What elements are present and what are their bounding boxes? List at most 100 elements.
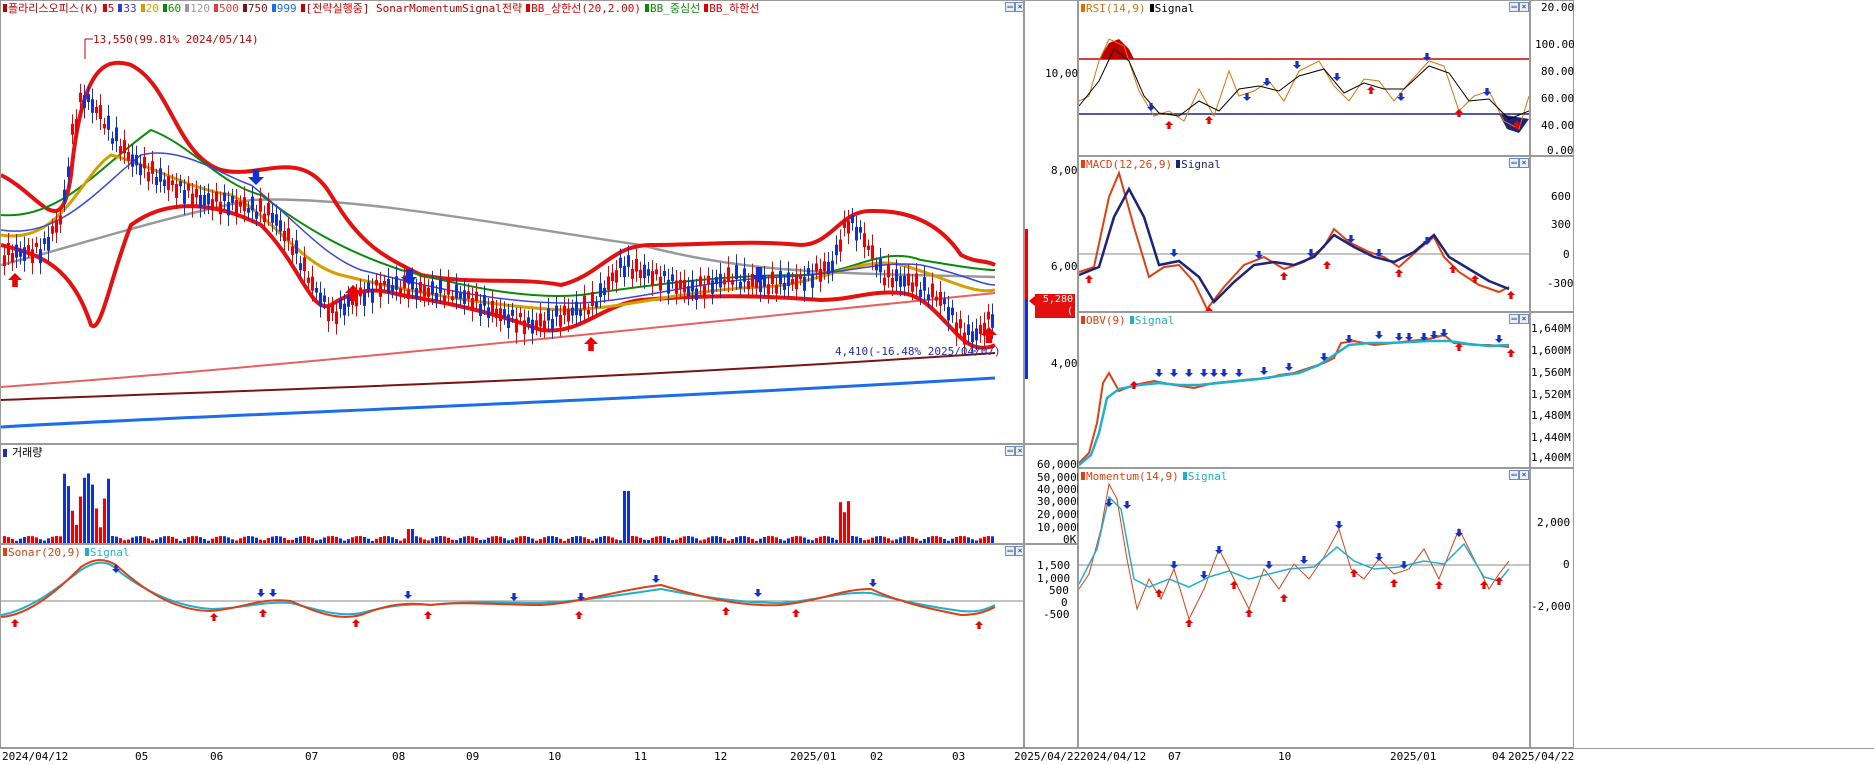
buy-arrow-icon (1367, 86, 1375, 94)
volume-bar (503, 538, 506, 543)
price-chart-pane[interactable]: 플라리스오피스(K) 5 33 20 60 120 500 750 999 [전략실행중] Son… (0, 0, 1024, 444)
candle-body (443, 295, 446, 302)
candle-body (795, 275, 798, 290)
candle-body (507, 314, 510, 329)
volume-bar (391, 537, 394, 543)
volume-bar (83, 477, 86, 543)
volume-bar (379, 537, 382, 543)
momentum-pane[interactable]: Momentum(14,9) Signal ▭ × (1078, 468, 1530, 748)
candle-body (247, 207, 250, 213)
candle-body (787, 272, 790, 287)
volume-bar (31, 536, 34, 543)
momentum-svg (1079, 482, 1529, 627)
volume-bar (423, 539, 426, 543)
candle-body (807, 268, 810, 275)
volume-bar (343, 540, 346, 543)
candle-body (163, 179, 166, 187)
candle-body (423, 284, 426, 297)
obv-pane[interactable]: OBV(9) Signal ▭ × (1078, 312, 1530, 468)
volume-bar (679, 537, 682, 543)
candle-body (87, 94, 90, 103)
sell-arrow-icon (1423, 53, 1431, 61)
rsi-y-label: 100.00 (1535, 38, 1575, 51)
legend-item: 750 (242, 2, 268, 15)
candle-body (923, 277, 926, 291)
volume-bar (783, 540, 786, 543)
volume-bar (931, 536, 934, 543)
time-axis-label: 07 (1168, 750, 1182, 763)
candle-body (7, 243, 10, 256)
candle-body (583, 295, 586, 310)
candle-body (783, 282, 786, 290)
volume-bar (903, 536, 906, 543)
rsi-pane[interactable]: RSI(14,9) Signal ▭ × (1078, 0, 1530, 156)
obv-y-label: 1,560M (1531, 366, 1571, 379)
candle-body (303, 257, 306, 272)
candle-body (903, 275, 906, 287)
macd-y-label: -300 (1547, 277, 1574, 290)
legend-item: 500 (213, 2, 239, 15)
volume-bar (247, 536, 250, 543)
buy-arrow-icon (8, 273, 22, 287)
candle-body (879, 258, 882, 273)
volume-bar (467, 536, 470, 543)
volume-bar (131, 537, 134, 543)
candle-body (459, 292, 462, 299)
candle-body (51, 226, 54, 234)
sonar-y-axis: 1,500 1,000 500 0 -500 (1024, 544, 1078, 748)
candle-body (59, 215, 62, 225)
volume-bar (871, 537, 874, 543)
volume-bars-svg (3, 473, 994, 543)
legend-label: [전략실행중] SonarMomentumSignal전략 (305, 2, 523, 15)
buy-arrow-icon (352, 619, 360, 627)
candle-body (19, 249, 22, 257)
volume-bar (891, 540, 894, 543)
buy-arrow-icon (210, 613, 218, 621)
volume-bar (567, 538, 570, 543)
volume-pane[interactable]: 거래량 ▭ × (0, 444, 1024, 544)
volume-bar (747, 537, 750, 543)
time-axis-label: 06 (210, 750, 224, 763)
candle-body (567, 308, 570, 322)
volume-bar (279, 536, 282, 543)
candle-body (839, 239, 842, 252)
candle-body (779, 270, 782, 284)
volume-bar (987, 536, 990, 543)
volume-bar (395, 539, 398, 543)
price-y-axis: 10,000 8,000 6,000 4,000 5,280 ( 0.38%) (1024, 0, 1085, 444)
obv-y-axis: 1,640M 1,600M 1,560M 1,520M 1,480M 1,440… (1530, 312, 1574, 468)
rsi-y-label: 20.00 (1541, 1, 1575, 14)
volume-bar (819, 536, 822, 543)
candle-body (671, 274, 674, 282)
candle-body (963, 332, 966, 345)
volume-bar (875, 536, 878, 543)
volume-bar (351, 537, 354, 543)
candle-body (619, 257, 622, 268)
volume-bar (843, 512, 846, 543)
volume-bar (183, 538, 186, 543)
volume-bar (15, 540, 18, 543)
volume-bar (195, 536, 198, 543)
pane-minimize-button[interactable]: ▭ (1005, 2, 1015, 12)
volume-bar (115, 536, 118, 543)
time-axis-label: 12 (714, 750, 728, 763)
volume-y-label: 30,000K (1037, 495, 1084, 508)
volume-bar (691, 536, 694, 543)
candle-body (391, 285, 394, 292)
volume-bar (491, 536, 494, 543)
candle-body (543, 320, 546, 330)
candle-body (55, 219, 58, 233)
volume-bar (591, 540, 594, 543)
candle-body (723, 279, 726, 285)
sonar-pane[interactable]: Sonar(20,9) Signal ▭ × (0, 544, 1024, 748)
volume-y-label: 10,000K (1037, 521, 1084, 534)
pane-close-button[interactable]: × (1015, 2, 1023, 12)
sonar-line (1, 559, 996, 618)
candle-body (715, 277, 718, 284)
volume-bar (431, 538, 434, 543)
volume-bar (475, 537, 478, 543)
volume-bar (55, 536, 58, 543)
volume-bar (655, 536, 658, 543)
macd-pane[interactable]: MACD(12,26,9) Signal ▭ × (1078, 156, 1530, 312)
volume-bar (899, 537, 902, 543)
